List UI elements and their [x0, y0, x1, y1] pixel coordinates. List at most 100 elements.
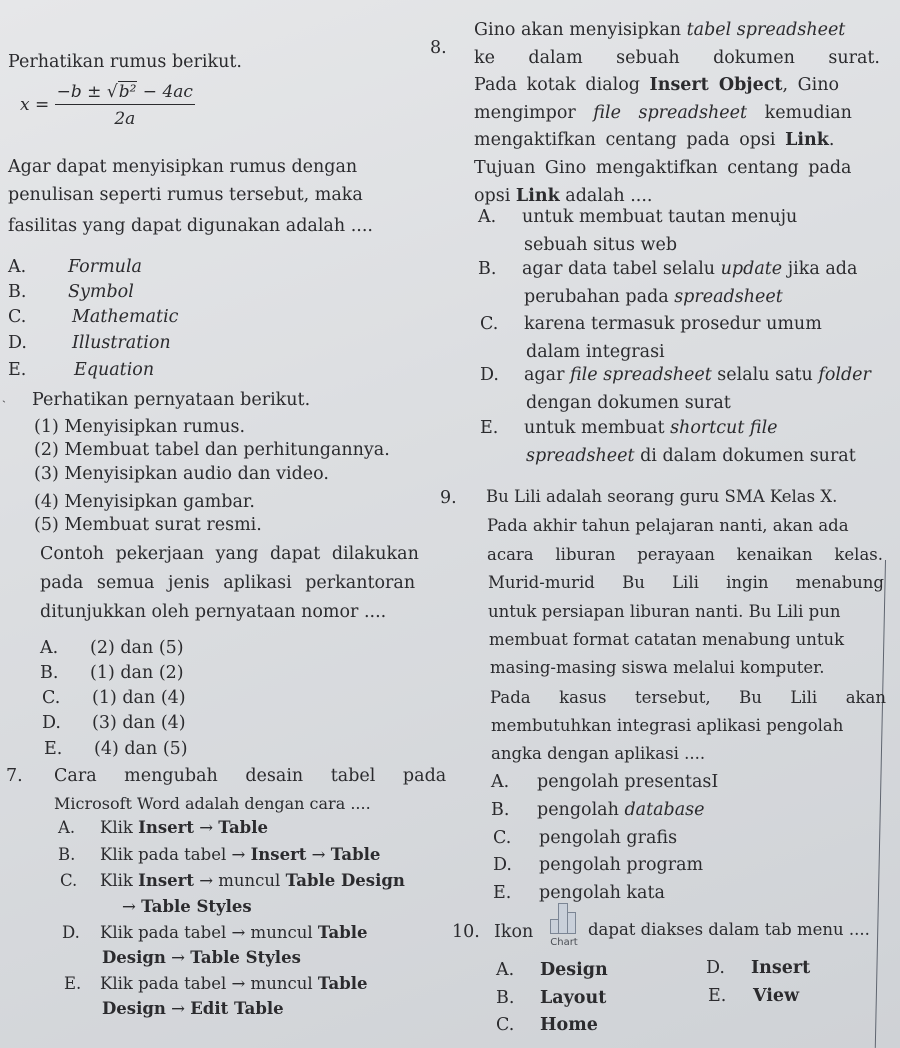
- q6-statement: (1) Menyisipkan rumus.: [34, 417, 246, 437]
- option-text: (1) dan (2): [90, 663, 184, 683]
- q8-text-part: file spreadsheet: [593, 103, 748, 123]
- q8-question-line: ke dalam sebuah dokumen surat.: [474, 46, 880, 70]
- q8-option: D. agar file spreadsheet selalu satu fold…: [480, 363, 871, 387]
- q9-option: C. pengolah grafis: [493, 826, 677, 850]
- option-text: agar: [524, 365, 570, 385]
- q8-text-part: kemudian: [747, 103, 852, 123]
- option-letter: D.: [62, 923, 80, 942]
- q10-option: A. Design: [496, 958, 608, 982]
- chart-icon-bar: [567, 912, 576, 934]
- option-letter: C.: [8, 307, 27, 327]
- option-text-part: Table: [317, 923, 368, 942]
- option-text: (2) dan (5): [90, 638, 184, 658]
- q8-text-part: sebuah: [616, 48, 680, 68]
- q6-prompt: Perhatikan pernyataan berikut.: [32, 390, 311, 410]
- formula-lhs: x =: [20, 95, 50, 115]
- q8-question-line: Tujuan Gino mengaktifkan centang pada: [474, 156, 880, 180]
- option-text-part: Design: [102, 999, 166, 1018]
- q8-question-line: Gino akan menyisipkan tabel spreadsheet: [474, 18, 845, 42]
- q8-text-part: Gino akan menyisipkan: [474, 20, 687, 40]
- q8-text-part: mengaktifkan centang pada opsi: [474, 130, 786, 150]
- q5-question-line: penulisan seperti rumus tersebut, maka: [8, 185, 363, 205]
- option-text-part: Insert: [138, 818, 194, 837]
- q9-option: A. pengolah presentasI: [491, 770, 718, 794]
- q10-option: C. Home: [496, 1013, 598, 1037]
- q8-option-continued: dalam integrasi: [526, 340, 665, 364]
- option-letter: A.: [478, 207, 497, 227]
- q8-text-part: Tujuan Gino mengaktifkan centang pada: [474, 158, 852, 178]
- option-letter: C.: [496, 1015, 515, 1035]
- q8-text-part: Pada kotak dialog: [474, 75, 650, 95]
- option-letter: C.: [60, 871, 78, 890]
- q6-statement: (4) Menyisipkan gambar.: [34, 492, 255, 512]
- formula-num-post: − 4ac: [137, 82, 193, 102]
- q10-option: E. View: [708, 984, 799, 1008]
- option-letter: A.: [40, 638, 59, 658]
- quadratic-formula: x = −b ± √b² − 4ac 2a: [20, 81, 195, 129]
- q6-option: C. (1) dan (4): [42, 686, 186, 710]
- formula-numerator: −b ± √b² − 4ac: [54, 81, 195, 105]
- formula-num-pre: −b ±: [56, 82, 107, 102]
- option-text-part: Table Design: [285, 871, 405, 890]
- q8-option-continued: spreadsheet di dalam dokumen surat: [526, 444, 856, 468]
- option-text: Home: [540, 1015, 598, 1035]
- q8-option-continued: sebuah situs web: [524, 233, 677, 257]
- q7-question-line: Microsoft Word adalah dengan cara ....: [54, 794, 371, 813]
- q10-number: 10.: [452, 922, 480, 942]
- q8-question-line: mengimpor file spreadsheet kemudian: [474, 101, 880, 125]
- q9-number: 9.: [440, 488, 457, 508]
- q8-option: A. untuk membuat tautan menuju: [478, 205, 797, 229]
- option-letter: E.: [480, 418, 499, 438]
- option-text: pengolah program: [539, 855, 704, 875]
- option-text-part: Edit Table: [190, 999, 284, 1018]
- option-text: dalam integrasi: [526, 342, 665, 362]
- q6-statement: (3) Menyisipkan audio dan video.: [34, 464, 329, 484]
- chart-icon: Chart: [548, 898, 588, 948]
- q10-option: D. Insert: [706, 956, 810, 980]
- q8-text-part: , Gino: [782, 75, 840, 95]
- q10-text-post: dapat diakses dalam tab menu ....: [588, 920, 870, 939]
- option-text: (3) dan (4): [92, 713, 186, 733]
- option-text: Equation: [74, 360, 155, 380]
- option-text: untuk membuat tautan menuju: [522, 207, 798, 227]
- option-text: sebuah situs web: [524, 235, 678, 255]
- q7-option-continued: → Table Styles: [122, 895, 252, 919]
- q9-question-line: angka dengan aplikasi ....: [491, 744, 706, 763]
- option-text: pengolah: [537, 800, 625, 820]
- option-text: Design: [540, 960, 608, 980]
- option-text: dengan dokumen surat: [526, 393, 731, 413]
- q5-question-text: Agar dapat menyisipkan rumus dengan: [8, 157, 358, 177]
- option-text-part: Klik pada tabel → muncul: [100, 974, 318, 993]
- q8-option-continued: dengan dokumen surat: [526, 391, 731, 415]
- q8-text-part: Link: [785, 130, 829, 150]
- option-letter: C.: [480, 314, 499, 334]
- option-letter: D.: [480, 365, 499, 385]
- q7-option: B. Klik pada tabel → Insert → Table: [58, 843, 380, 867]
- q9-question-line: Pada kasus tersebut, Bu Lili akan: [490, 688, 886, 707]
- option-text-part: Klik pada tabel →: [100, 845, 251, 864]
- q5-question-line: fasilitas yang dapat digunakan adalah ..…: [8, 216, 373, 236]
- option-text-part: →: [122, 897, 142, 916]
- q9-question-line: Murid-murid Bu Lili ingin menabung: [488, 573, 884, 592]
- option-letter: C.: [42, 688, 61, 708]
- q8-text-part: adalah ....: [559, 186, 653, 206]
- q5-option: C. Mathematic: [8, 305, 178, 329]
- option-letter: D.: [42, 713, 61, 733]
- option-text: pengolah grafis: [539, 828, 678, 848]
- q6-option: D. (3) dan (4): [42, 711, 186, 735]
- q5-prompt: Perhatikan rumus berikut.: [8, 52, 242, 72]
- q5-option: A. Formula: [8, 255, 142, 279]
- q5-option: D. Illustration: [8, 331, 171, 355]
- q8-number: 8.: [430, 38, 447, 58]
- q6-statement: (5) Membuat surat resmi.: [34, 515, 262, 535]
- option-letter: E.: [64, 974, 82, 993]
- q9-question-line: untuk persiapan liburan nanti. Bu Lili p…: [488, 602, 841, 621]
- q8-text-part: dokumen: [713, 48, 795, 68]
- q7-question-line: Cara mengubah desain tabel pada: [54, 766, 447, 786]
- q9-option: B. pengolah database: [491, 798, 705, 822]
- option-text: Insert: [751, 958, 811, 978]
- q10-text-pre: Ikon: [494, 922, 534, 942]
- option-text-part: →: [165, 948, 191, 967]
- q6-option: A. (2) dan (5): [40, 636, 184, 660]
- option-text: (4) dan (5): [94, 739, 188, 759]
